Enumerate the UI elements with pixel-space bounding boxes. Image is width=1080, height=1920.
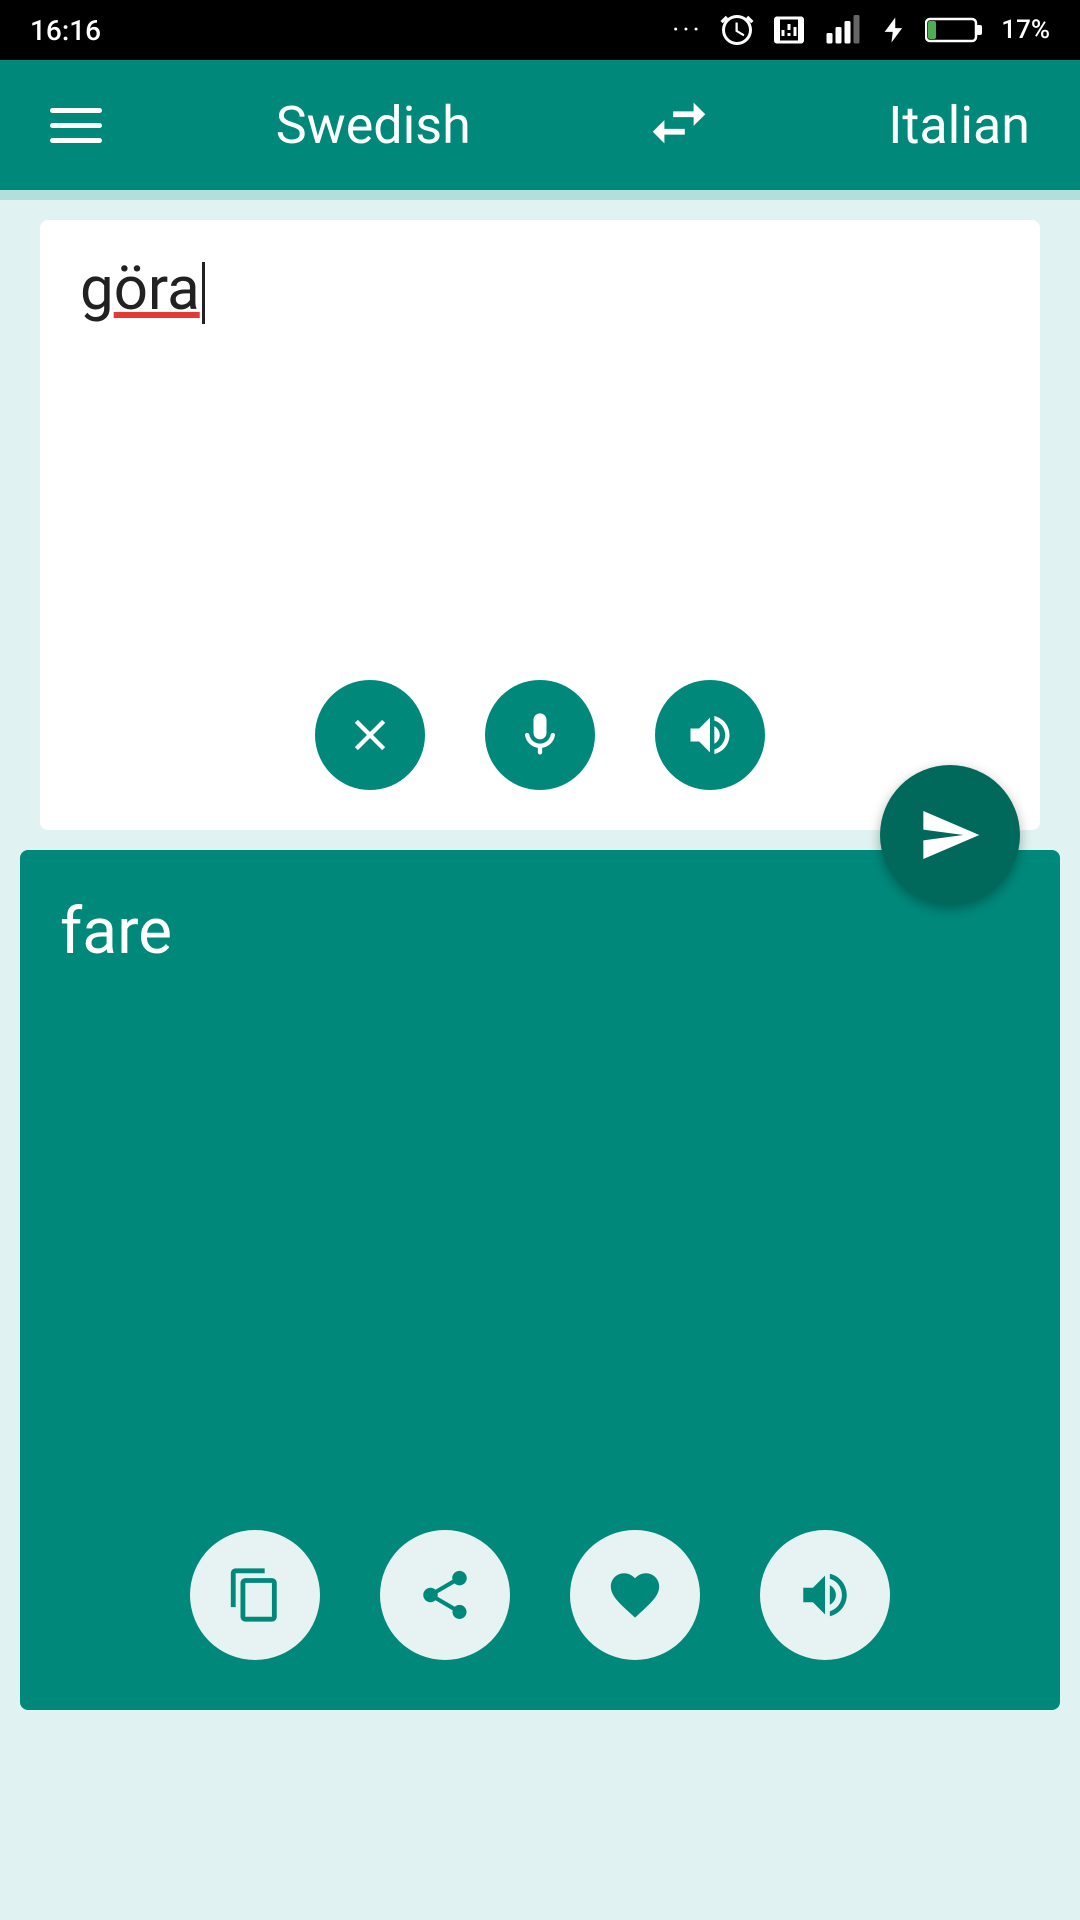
input-actions	[80, 680, 1000, 790]
microphone-button[interactable]	[485, 680, 595, 790]
speak-source-button[interactable]	[655, 680, 765, 790]
alarm-icon	[719, 12, 755, 48]
input-section: göra	[40, 220, 1040, 830]
status-bar: 16:16 ··· 17%	[0, 0, 1080, 60]
target-language[interactable]: Italian	[888, 95, 1030, 156]
charging-icon	[879, 12, 909, 48]
sim-icon	[771, 12, 807, 48]
menu-button[interactable]	[50, 108, 102, 143]
speak-target-button[interactable]	[760, 1530, 890, 1660]
share-button[interactable]	[380, 1530, 510, 1660]
status-icons: ··· 17%	[673, 12, 1050, 48]
text-cursor	[202, 262, 205, 324]
output-section: fare	[20, 850, 1060, 1710]
status-dots: ···	[673, 18, 704, 43]
translate-button[interactable]	[880, 765, 1020, 905]
output-text: fare	[60, 890, 1020, 1500]
input-text-area[interactable]: göra	[80, 250, 1000, 660]
header-divider	[0, 190, 1080, 200]
toolbar: Swedish Italian	[0, 60, 1080, 190]
input-word: göra	[80, 253, 200, 324]
status-time: 16:16	[30, 14, 101, 47]
battery-percent: 17%	[1001, 15, 1050, 45]
signal-icon	[823, 12, 863, 48]
output-actions	[60, 1530, 1020, 1660]
copy-button[interactable]	[190, 1530, 320, 1660]
source-language[interactable]: Swedish	[276, 95, 471, 156]
clear-button[interactable]	[315, 680, 425, 790]
swap-languages-button[interactable]	[644, 88, 714, 162]
battery-icon	[925, 14, 985, 46]
favorite-button[interactable]	[570, 1530, 700, 1660]
